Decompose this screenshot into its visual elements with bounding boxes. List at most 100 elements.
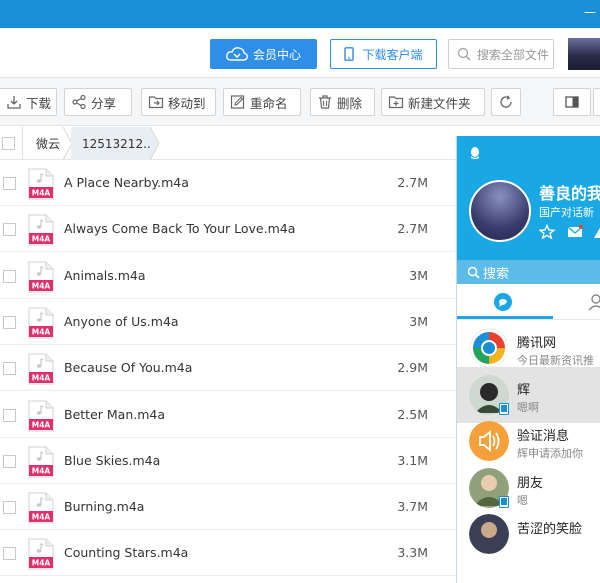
- refresh-button[interactable]: [491, 88, 521, 116]
- move-to-button[interactable]: 移动到: [141, 88, 216, 116]
- file-name[interactable]: Always Come Back To Your Love.m4a: [64, 221, 295, 236]
- view-toggle-button[interactable]: [553, 88, 591, 116]
- qq-avatar[interactable]: [469, 180, 531, 242]
- breadcrumb-root[interactable]: 微云: [36, 127, 60, 160]
- file-name[interactable]: A Place Nearby.m4a: [64, 175, 189, 190]
- file-size: 3M: [409, 267, 428, 283]
- file-name[interactable]: Anyone of Us.m4a: [64, 314, 179, 329]
- qq-panel: 善良的我 国产对话新 搜索 腾讯网 今日最新资讯推辉嗯啊 验证消息 辉申请添加你 朋友嗯…: [456, 136, 600, 583]
- qq-nickname: 善良的我: [539, 184, 600, 203]
- file-size: 2.7M: [397, 175, 428, 190]
- chat-bubble-icon[interactable]: [493, 292, 513, 312]
- delete-label: 删除: [337, 95, 363, 111]
- qq-profile-header: 善良的我 国产对话新: [457, 136, 600, 260]
- file-row[interactable]: M4A Animals.m4a 3M: [0, 253, 456, 299]
- m4a-label: M4A: [32, 189, 51, 198]
- vip-center-label: 会员中心: [252, 47, 301, 62]
- file-size: 3.7M: [397, 499, 428, 515]
- file-row[interactable]: M4A Because Of You.m4a 2.9M: [0, 345, 456, 392]
- m4a-label: M4A: [32, 327, 51, 336]
- file-row[interactable]: M4A Counting Stars.m4a 3.3M: [0, 530, 456, 577]
- edit-icon: [230, 95, 245, 109]
- space-icon[interactable]: [593, 224, 600, 240]
- conversation-name: 验证消息: [517, 429, 570, 444]
- conversation-name: 辉: [517, 382, 531, 398]
- file-name[interactable]: Blue Skies.m4a: [64, 453, 160, 468]
- contacts-icon[interactable]: [587, 293, 600, 311]
- qq-tabs: [457, 284, 600, 320]
- view-toggle-button-2[interactable]: [593, 88, 600, 116]
- file-size: 2.5M: [397, 406, 428, 422]
- qq-search-icon: [467, 266, 480, 279]
- file-row[interactable]: M4A Better Man.m4a 2.5M: [0, 392, 456, 438]
- m4a-file-icon: M4A: [28, 261, 54, 293]
- star-icon[interactable]: [539, 224, 555, 240]
- trash-icon: [319, 95, 331, 109]
- m4a-label: M4A: [32, 235, 51, 244]
- m4a-label: M4A: [32, 559, 51, 568]
- file-checkbox[interactable]: [3, 501, 16, 515]
- move-folder-icon: [148, 96, 164, 109]
- file-checkbox[interactable]: [3, 454, 16, 468]
- file-checkbox[interactable]: [3, 177, 16, 190]
- file-checkbox[interactable]: [3, 408, 16, 422]
- m4a-file-icon: M4A: [28, 214, 54, 246]
- conversation-name: 腾讯网: [517, 336, 557, 351]
- vip-center-button[interactable]: 会员中心: [210, 39, 317, 69]
- m4a-file-icon: M4A: [28, 538, 54, 570]
- toolbar: 下载 分享 移动到 重命名 删除 新建文件夹: [0, 78, 600, 126]
- file-row[interactable]: M4A A Place Nearby.m4a 2.7M: [0, 160, 456, 206]
- m4a-label: M4A: [32, 374, 51, 383]
- file-list: M4A A Place Nearby.m4a 2.7M M4A Always Come …: [0, 160, 456, 583]
- file-size: 3.3M: [397, 545, 428, 561]
- file-checkbox[interactable]: [3, 269, 16, 283]
- title-bar: —: [0, 0, 600, 28]
- download-button[interactable]: 下载: [0, 88, 57, 116]
- share-icon: [72, 94, 86, 110]
- header: 会员中心 下载客户端 搜索全部文件: [0, 28, 600, 78]
- search-input[interactable]: 搜索全部文件: [448, 39, 554, 69]
- m4a-file-icon: M4A: [28, 492, 54, 524]
- delete-button[interactable]: 删除: [310, 88, 375, 116]
- verification-speaker-icon: [469, 421, 509, 461]
- select-all-checkbox[interactable]: [2, 137, 15, 150]
- file-checkbox[interactable]: [3, 362, 16, 376]
- qq-conversation-item[interactable]: 苦涩的笑脸: [457, 506, 600, 562]
- file-checkbox[interactable]: [3, 547, 16, 561]
- friend-avatar: [469, 514, 509, 554]
- new-folder-button[interactable]: 新建文件夹: [381, 88, 485, 116]
- m4a-file-icon: M4A: [28, 446, 54, 478]
- m4a-label: M4A: [32, 513, 51, 522]
- file-name[interactable]: Because Of You.m4a: [64, 360, 192, 375]
- minimize-icon[interactable]: —: [584, 6, 598, 18]
- share-button[interactable]: 分享: [64, 88, 132, 116]
- file-row[interactable]: M4A Blue Skies.m4a 3.1M: [0, 438, 456, 484]
- rename-button[interactable]: 重命名: [223, 88, 301, 116]
- file-name[interactable]: Counting Stars.m4a: [64, 545, 188, 560]
- file-row[interactable]: M4A Burning.m4a 3.7M: [0, 484, 456, 531]
- share-label: 分享: [91, 95, 117, 111]
- file-name[interactable]: Animals.m4a: [64, 268, 146, 283]
- qq-tab-active-indicator: [457, 316, 553, 319]
- m4a-file-icon: M4A: [28, 168, 54, 200]
- qq-search-input[interactable]: 搜索: [457, 260, 600, 284]
- file-checkbox[interactable]: [3, 223, 16, 237]
- m4a-file-icon: M4A: [28, 400, 54, 431]
- download-client-label: 下载客户端: [362, 47, 423, 62]
- move-to-label: 移动到: [168, 95, 206, 111]
- download-label: 下载: [26, 95, 52, 111]
- m4a-file-icon: M4A: [28, 353, 54, 385]
- qq-search-label: 搜索: [483, 266, 510, 282]
- download-client-button[interactable]: 下载客户端: [330, 39, 437, 69]
- file-row[interactable]: M4A Always Come Back To Your Love.m4a 2.7M: [0, 206, 456, 253]
- file-name[interactable]: Better Man.m4a: [64, 407, 165, 422]
- conversation-name: 朋友: [517, 475, 544, 491]
- m4a-label: M4A: [32, 420, 51, 429]
- file-checkbox[interactable]: [3, 315, 16, 329]
- breadcrumb-current[interactable]: 12513212..: [82, 127, 151, 160]
- file-name[interactable]: Burning.m4a: [64, 499, 144, 514]
- mail-icon[interactable]: [567, 224, 583, 240]
- file-row[interactable]: M4A Anyone of Us.m4a 3M: [0, 299, 456, 345]
- file-size: 3M: [409, 313, 428, 329]
- user-avatar[interactable]: [568, 38, 600, 70]
